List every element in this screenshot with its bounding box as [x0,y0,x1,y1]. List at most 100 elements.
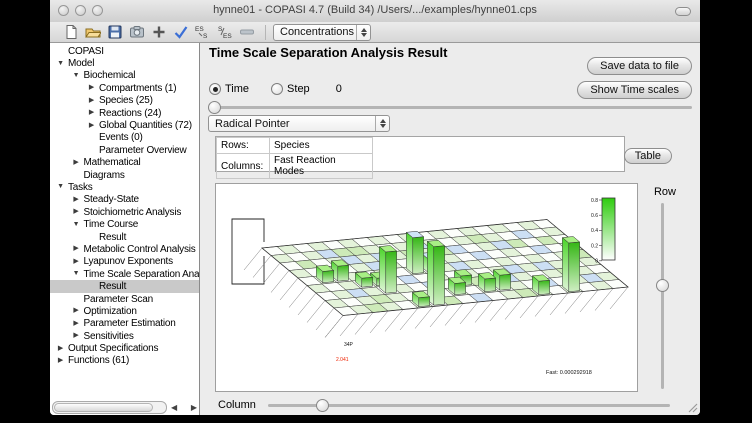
time-slider-thumb[interactable] [208,101,221,114]
minimize-window-icon[interactable] [75,5,86,16]
tree-item-metabolic-control-analysis[interactable]: ▶Metabolic Control Analysis [50,243,199,255]
disclosure-right-icon[interactable]: ▶ [69,206,84,218]
table-row: Rows: Species [217,138,373,154]
tree-item-model[interactable]: ▼Model [50,57,199,69]
axes-info-box: Rows: Species Columns: Fast Reaction Mod… [215,136,625,172]
table-button[interactable]: Table [624,148,672,164]
title-bar[interactable]: hynne01 - COPASI 4.7 (Build 34) /Users/.… [50,0,700,23]
open-file-icon[interactable] [82,24,104,41]
disclosure-right-icon[interactable]: ▶ [69,305,84,317]
disclosure-right-icon[interactable]: ▶ [53,343,68,355]
scroll-left-icon[interactable]: ◀ [171,403,177,412]
tree-item-time-course[interactable]: ▼Time Course [50,218,199,230]
tree-item-parameter-estimation[interactable]: ▶Parameter Estimation [50,318,199,330]
bar-3d [532,275,549,295]
disclosure-right-icon[interactable]: ▶ [69,194,84,206]
disclosure-right-icon[interactable]: ▶ [84,107,99,119]
show-time-scales-button[interactable]: Show Time scales [577,81,692,99]
disclosure-down-icon[interactable]: ▼ [69,70,84,82]
disclosure-right-icon[interactable]: ▶ [69,330,84,342]
row-axis-tick [289,286,307,308]
tree-item-label: Stoichiometric Analysis [84,207,182,218]
disclosure-right-icon[interactable]: ▶ [69,243,84,255]
disclosure-right-icon[interactable]: ▶ [53,355,68,367]
scrollbar-arrows[interactable]: ◀ ▶ [167,403,197,412]
new-file-icon[interactable] [60,24,82,41]
tree-item-steady-state[interactable]: ▶Steady-State [50,194,199,206]
tree-item-sensitivities[interactable]: ▶Sensitivities [50,330,199,342]
time-slider[interactable] [208,101,692,114]
save-file-icon[interactable] [104,24,126,41]
tree-item-global-quantities-72[interactable]: ▶Global Quantities (72) [50,119,199,131]
tree-item-stoichiometric-analysis[interactable]: ▶Stoichiometric Analysis [50,206,199,218]
view-mode-value: Concentrations [274,26,356,38]
view-mode-select[interactable]: Concentrations [273,24,371,41]
time-radio-label: Time [225,83,249,95]
column-slider-row: Column [218,398,670,412]
main-panel: Time Scale Separation Analysis Result Sa… [200,43,700,415]
row-slider-thumb[interactable] [656,279,669,292]
convert-s-es-icon[interactable]: SES [214,24,236,41]
time-slider-track[interactable] [208,106,692,109]
disclosure-right-icon[interactable]: ▶ [69,318,84,330]
tree-item-time-scale-separation-anal[interactable]: ▼Time Scale Separation Anal [50,268,199,280]
tree-item-biochemical[interactable]: ▼Biochemical [50,70,199,82]
row-slider[interactable] [656,203,669,389]
disclosure-down-icon[interactable]: ▼ [53,181,68,193]
tree-item-result[interactable]: Result [50,280,199,292]
highlighted-row-label: 2.041 [336,357,349,363]
column-slider-thumb[interactable] [316,399,329,412]
close-window-icon[interactable] [58,5,69,16]
disclosure-down-icon[interactable]: ▼ [69,268,84,280]
resize-grip[interactable] [687,402,698,413]
zoom-window-icon[interactable] [92,5,103,16]
column-axis-tick [580,290,598,312]
step-radio[interactable] [271,83,283,95]
column-axis-tick [475,301,493,323]
tree-item-result[interactable]: Result [50,231,199,243]
tree-item-optimization[interactable]: ▶Optimization [50,305,199,317]
scroll-right-icon[interactable]: ▶ [191,403,197,412]
disclosure-right-icon[interactable]: ▶ [84,95,99,107]
column-axis-tick [385,310,403,332]
disclosure-down-icon[interactable]: ▼ [53,58,68,70]
apply-check-icon[interactable] [170,24,192,41]
column-slider[interactable] [268,399,670,412]
disclosure-right-icon[interactable]: ▶ [84,120,99,132]
time-radio[interactable] [209,83,221,95]
tree-item-copasi[interactable]: COPASI [50,45,199,57]
disclosure-down-icon[interactable]: ▼ [69,219,84,231]
disclosure-right-icon[interactable]: ▶ [69,256,84,268]
tree-item-species-25[interactable]: ▶Species (25) [50,95,199,107]
pointer-select[interactable]: Radical Pointer [208,115,390,132]
toolbar-toggle-button[interactable] [675,7,691,16]
legend-tick-label: 0.2 [591,243,598,249]
tree-item-label: Mathematical [84,157,141,168]
bar-chart-3d[interactable]: 0.80.60.40.2034P2.041Fast: 0.000292918 [215,183,638,392]
convert-es-s-icon[interactable]: ESS [192,24,214,41]
tree-item-lyapunov-exponents[interactable]: ▶Lyapunov Exponents [50,256,199,268]
disclosure-right-icon[interactable]: ▶ [69,157,84,169]
tree-item-tasks[interactable]: ▼Tasks [50,181,199,193]
tree-item-output-specifications[interactable]: ▶Output Specifications [50,342,199,354]
tree-item-reactions-24[interactable]: ▶Reactions (24) [50,107,199,119]
row-slider-track[interactable] [661,203,664,389]
tree-item-functions-61[interactable]: ▶Functions (61) [50,355,199,367]
disclosure-right-icon[interactable]: ▶ [84,82,99,94]
scrollbar-track[interactable] [52,401,167,414]
tree-item-compartments-1[interactable]: ▶Compartments (1) [50,82,199,94]
tree-item-events-0[interactable]: Events (0) [50,132,199,144]
add-icon[interactable] [148,24,170,41]
tree-item-parameter-overview[interactable]: Parameter Overview [50,144,199,156]
tree-item-label: Lyapunov Exponents [84,256,173,267]
bar-chart-3d-canvas[interactable]: 0.80.60.40.2034P2.041Fast: 0.000292918 [216,184,637,391]
tree-item-mathematical[interactable]: ▶Mathematical [50,157,199,169]
scrollbar-thumb[interactable] [54,403,153,412]
row-axis-tick [280,278,298,300]
capture-image-icon[interactable] [126,24,148,41]
sidebar-horizontal-scrollbar[interactable]: ◀ ▶ [52,401,197,413]
column-axis-tick [490,299,508,321]
tree-item-diagrams[interactable]: Diagrams [50,169,199,181]
save-data-button[interactable]: Save data to file [587,57,692,75]
tree-item-parameter-scan[interactable]: Parameter Scan [50,293,199,305]
